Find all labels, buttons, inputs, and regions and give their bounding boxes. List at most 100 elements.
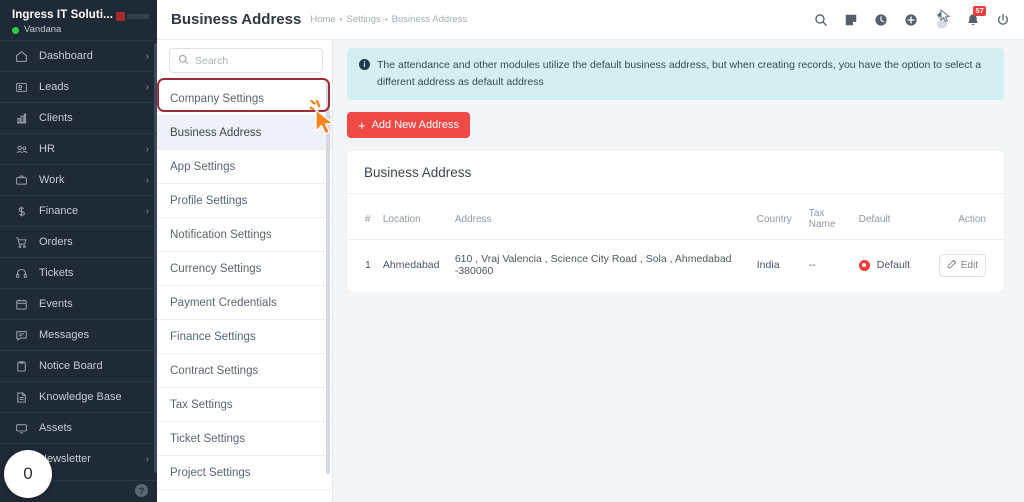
- hr-icon: [13, 142, 30, 157]
- sidebar-label: Events: [39, 298, 73, 310]
- sidebar-label: Dashboard: [39, 50, 93, 62]
- top-bar: Business Address Home • Settings • Busin…: [157, 0, 1024, 40]
- info-icon: i: [359, 59, 370, 70]
- sidebar-label: Notice Board: [39, 360, 103, 372]
- table-header-row: # Location Address Country Tax Name Defa…: [347, 194, 1004, 240]
- column-tax-name: Tax Name: [802, 194, 853, 240]
- radio-selected-icon[interactable]: [858, 259, 870, 271]
- settings-item-company-settings[interactable]: Company Settings: [157, 82, 332, 116]
- note-icon[interactable]: [844, 13, 858, 27]
- settings-item-ticket-settings[interactable]: Ticket Settings: [157, 422, 332, 456]
- sidebar-item-events[interactable]: Events: [0, 288, 157, 319]
- sidebar-item-hr[interactable]: HR ›: [0, 133, 157, 164]
- user-name: Vandana: [24, 24, 62, 35]
- settings-sidebar: Company Settings Business Address App Se…: [157, 0, 335, 502]
- settings-search-wrap: [157, 40, 332, 82]
- sidebar-label: Orders: [39, 236, 73, 248]
- finance-icon: [13, 204, 30, 219]
- cell-location: Ahmedabad: [382, 259, 440, 271]
- edit-label: Edit: [960, 259, 978, 271]
- tickets-icon: [13, 266, 30, 281]
- leads-icon: [13, 80, 30, 95]
- chevron-right-icon: ›: [145, 205, 149, 217]
- column-index: #: [347, 194, 377, 240]
- breadcrumb-business-address: Business Address: [391, 14, 468, 25]
- sidebar-item-assets[interactable]: Assets: [0, 412, 157, 443]
- notification-badge: 57: [973, 5, 987, 16]
- sidebar-label: Assets: [39, 422, 73, 434]
- table-body: 1 Ahmedabad 610 , Vraj Valencia , Scienc…: [347, 240, 1004, 293]
- sidebar-label: Tickets: [39, 267, 74, 279]
- table-header: # Location Address Country Tax Name Defa…: [347, 194, 1004, 240]
- chevron-right-icon: ›: [145, 453, 149, 465]
- breadcrumb-settings[interactable]: Settings: [346, 14, 380, 25]
- sidebar-item-notice-board[interactable]: Notice Board: [0, 350, 157, 381]
- sidebar-item-finance[interactable]: Finance ›: [0, 195, 157, 226]
- sidebar-label: Newsletter: [39, 453, 91, 465]
- settings-item-payment-credentials[interactable]: Payment Credentials: [157, 286, 332, 320]
- sidebar-brand[interactable]: Ingress IT Soluti... Vandana: [0, 0, 157, 40]
- chevron-right-icon: ›: [145, 143, 149, 155]
- sidebar-label: Finance: [39, 205, 79, 217]
- cell-country: India: [756, 259, 780, 271]
- column-country: Country: [750, 194, 803, 240]
- orders-icon: [13, 235, 30, 250]
- search-icon[interactable]: [814, 13, 828, 27]
- sidebar-item-messages[interactable]: Messages: [0, 319, 157, 350]
- business-address-table: # Location Address Country Tax Name Defa…: [347, 194, 1004, 292]
- column-address: Address: [448, 194, 751, 240]
- sidebar-item-orders[interactable]: Orders: [0, 226, 157, 257]
- work-icon: [13, 173, 30, 188]
- business-address-card: Business Address # Location Address Coun…: [347, 151, 1004, 292]
- sidebar-label: Messages: [39, 329, 90, 341]
- edit-button[interactable]: Edit: [938, 253, 986, 277]
- search-box[interactable]: [169, 48, 323, 73]
- mouse-pointer-icon: [940, 8, 951, 28]
- bell-icon[interactable]: 57: [966, 5, 987, 27]
- sidebar-label: HR: [39, 143, 55, 155]
- sidebar-item-tickets[interactable]: Tickets: [0, 257, 157, 288]
- avatar[interactable]: [934, 8, 951, 29]
- sidebar-item-clients[interactable]: Clients: [0, 102, 157, 133]
- info-banner-text: The attendance and other modules utilize…: [377, 59, 982, 88]
- notice-board-icon: [13, 359, 30, 374]
- sidebar-item-dashboard[interactable]: Dashboard ›: [0, 40, 157, 71]
- column-default: Default: [852, 194, 933, 240]
- settings-item-app-settings[interactable]: App Settings: [157, 150, 332, 184]
- help-icon[interactable]: ?: [135, 484, 148, 497]
- messages-icon: [13, 328, 30, 343]
- clock-icon[interactable]: [874, 13, 888, 27]
- default-radio-group[interactable]: Default: [858, 259, 927, 271]
- table-row: 1 Ahmedabad 610 , Vraj Valencia , Scienc…: [347, 240, 1004, 293]
- sidebar-item-knowledge-base[interactable]: Knowledge Base: [0, 381, 157, 412]
- settings-item-notification-settings[interactable]: Notification Settings: [157, 218, 332, 252]
- main-sidebar: Ingress IT Soluti... Vandana Dashboard ›: [0, 0, 157, 502]
- topbar-icons: 57: [814, 5, 1010, 29]
- settings-item-profile-settings[interactable]: Profile Settings: [157, 184, 332, 218]
- settings-item-contract-settings[interactable]: Contract Settings: [157, 354, 332, 388]
- info-banner: i The attendance and other modules utili…: [347, 48, 1004, 100]
- cell-address: 610 , Vraj Valencia , Science City Road …: [454, 253, 732, 277]
- online-status-dot: [12, 26, 19, 34]
- settings-item-business-address[interactable]: Business Address: [157, 116, 332, 150]
- add-new-address-button[interactable]: + Add New Address: [347, 112, 471, 138]
- settings-item-tax-settings[interactable]: Tax Settings: [157, 388, 332, 422]
- breadcrumb-home[interactable]: Home: [310, 14, 335, 25]
- chat-counter-badge[interactable]: 0: [4, 450, 52, 498]
- settings-item-currency-settings[interactable]: Currency Settings: [157, 252, 332, 286]
- settings-scrollbar[interactable]: [326, 84, 330, 474]
- cell-tax-name: --: [808, 259, 816, 271]
- user-status: Vandana: [12, 24, 147, 36]
- cell-action: Edit: [933, 240, 1004, 293]
- sidebar-item-leads[interactable]: Leads ›: [0, 71, 157, 102]
- sidebar-item-work[interactable]: Work ›: [0, 164, 157, 195]
- column-location: Location: [376, 194, 449, 240]
- search-input[interactable]: [195, 54, 314, 67]
- default-label: Default: [876, 259, 911, 271]
- plus-icon[interactable]: [904, 13, 918, 27]
- settings-item-project-settings[interactable]: Project Settings: [157, 456, 332, 490]
- page-title: Business Address: [171, 11, 302, 28]
- settings-item-finance-settings[interactable]: Finance Settings: [157, 320, 332, 354]
- power-icon[interactable]: [996, 13, 1010, 27]
- sidebar-menu: Dashboard › Leads › Clients HR › Work › …: [0, 40, 157, 480]
